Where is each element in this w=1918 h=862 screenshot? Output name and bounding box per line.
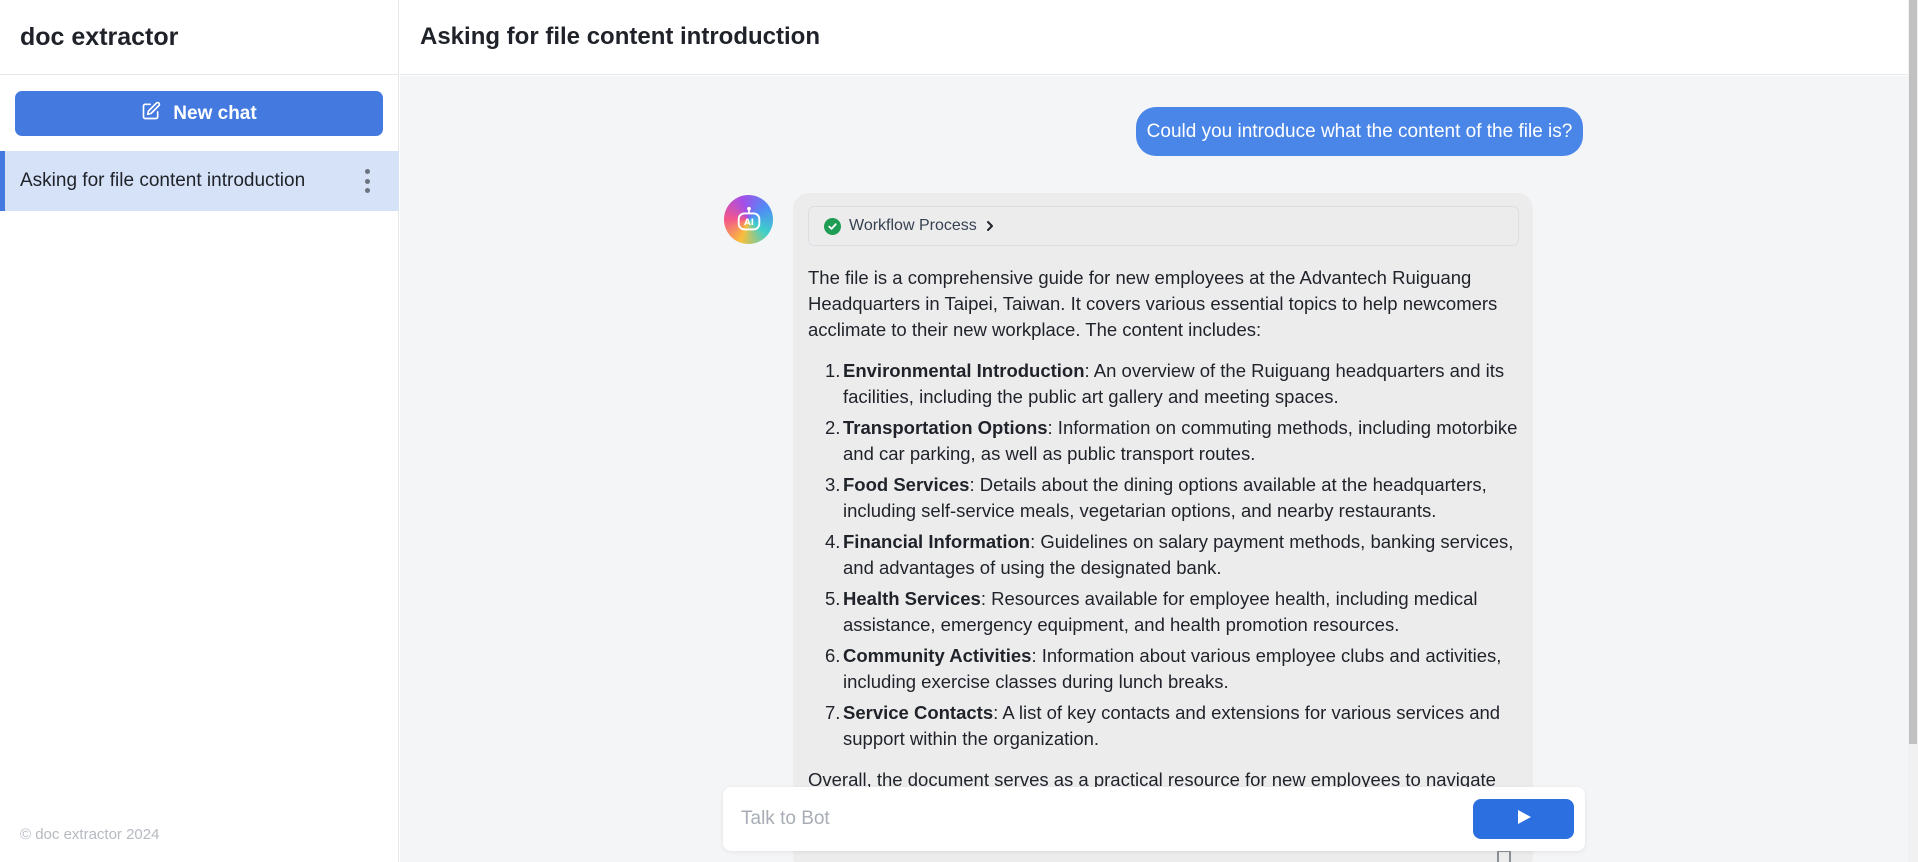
list-number: 1. bbox=[825, 360, 841, 381]
item-title: Transportation Options bbox=[843, 417, 1048, 438]
send-icon bbox=[1515, 808, 1533, 831]
ai-bot-icon: AI bbox=[724, 195, 773, 244]
item-title: Service Contacts bbox=[843, 702, 994, 723]
page-title: Asking for file content introduction bbox=[400, 0, 1908, 75]
sidebar: doc extractor New chat Asking for file c… bbox=[0, 0, 399, 862]
workflow-process-toggle[interactable]: Workflow Process bbox=[808, 206, 1519, 246]
scrollbar-thumb[interactable] bbox=[1909, 0, 1917, 744]
item-title: Financial Information bbox=[843, 531, 1031, 552]
bot-message: Workflow Process The file is a comprehen… bbox=[793, 193, 1533, 862]
composer bbox=[723, 787, 1585, 851]
list-number: 7. bbox=[825, 702, 841, 723]
item-title: Community Activities bbox=[843, 645, 1032, 666]
list-item: 6. Community Activities: Information abou… bbox=[808, 643, 1523, 695]
list-item: 7. Service Contacts: A list of key contac… bbox=[808, 700, 1523, 752]
message-input[interactable] bbox=[741, 787, 1441, 851]
check-circle-icon bbox=[824, 217, 841, 235]
more-vertical-icon[interactable] bbox=[355, 166, 379, 196]
list-item: 5. Health Services: Resources available f… bbox=[808, 586, 1523, 638]
list-item: 4. Financial Information: Guidelines on s… bbox=[808, 529, 1523, 581]
bot-message-text: The file is a comprehensive guide for ne… bbox=[808, 265, 1523, 793]
list-number: 6. bbox=[825, 645, 841, 666]
send-button[interactable] bbox=[1473, 799, 1574, 839]
edit-icon bbox=[141, 101, 161, 127]
chevron-right-icon bbox=[985, 220, 995, 232]
conversation-label: Asking for file content introduction bbox=[20, 170, 306, 191]
bot-intro: The file is a comprehensive guide for ne… bbox=[808, 267, 1498, 340]
user-message: Could you introduce what the content of … bbox=[1136, 107, 1583, 156]
item-title: Environmental Introduction bbox=[843, 360, 1085, 381]
scrollbar[interactable] bbox=[1908, 0, 1918, 862]
list-item: 2. Transportation Options: Information on… bbox=[808, 415, 1523, 467]
svg-text:AI: AI bbox=[744, 217, 754, 227]
sidebar-footer: © doc extractor 2024 bbox=[20, 826, 160, 843]
list-number: 5. bbox=[825, 588, 841, 609]
workflow-label: Workflow Process bbox=[849, 217, 977, 234]
item-title: Health Services bbox=[843, 588, 981, 609]
new-chat-label: New chat bbox=[173, 102, 257, 124]
list-number: 2. bbox=[825, 417, 841, 438]
list-item: 1. Environmental Introduction: An overvie… bbox=[808, 358, 1523, 410]
topic-list: 1. Environmental Introduction: An overvie… bbox=[808, 358, 1523, 752]
item-title: Food Services bbox=[843, 474, 970, 495]
conversation-item-active[interactable]: Asking for file content introduction bbox=[0, 151, 399, 211]
new-chat-button[interactable]: New chat bbox=[15, 91, 383, 136]
list-item: 3. Food Services: Details about the dinin… bbox=[808, 472, 1523, 524]
clipboard-icon[interactable] bbox=[1497, 850, 1511, 862]
list-number: 4. bbox=[825, 531, 841, 552]
list-number: 3. bbox=[825, 474, 841, 495]
app-title: doc extractor bbox=[0, 0, 398, 75]
